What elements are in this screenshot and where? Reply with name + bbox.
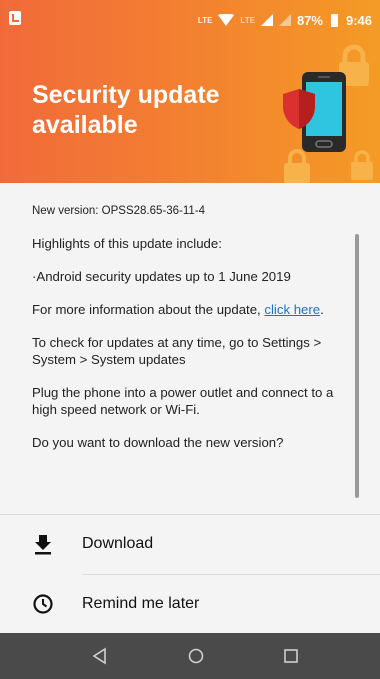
new-version-text: New version: OPSS28.65-36-11-4 — [32, 205, 206, 217]
shield-icon — [283, 89, 315, 129]
update-details: New version: OPSS28.65-36-11-4 Highlight… — [0, 183, 380, 513]
click-here-link[interactable]: click here — [264, 302, 320, 317]
signal-icon — [260, 14, 273, 26]
plug-phone-text: Plug the phone into a power outlet and c… — [32, 385, 334, 417]
padlock-icon-small — [351, 150, 373, 180]
update-info: Highlights of this update include: ·Andr… — [32, 235, 350, 467]
remind-later-button[interactable]: Remind me later — [0, 575, 380, 633]
header-banner: LTE LTE 87% 9:46 Security update availab… — [0, 0, 380, 183]
update-screen: LTE LTE 87% 9:46 Security update availab… — [0, 0, 380, 679]
battery-icon — [330, 13, 338, 27]
status-indicators: LTE LTE 87% 9:46 — [198, 10, 372, 30]
check-updates-text: To check for updates at any time, go to … — [32, 335, 322, 367]
page-title: Security update available — [32, 81, 220, 139]
more-info-suffix: . — [320, 302, 324, 317]
download-question: Do you want to download the new version? — [32, 435, 284, 450]
more-info-prefix: For more information about the update, — [32, 302, 265, 317]
remind-label: Remind me later — [82, 595, 200, 612]
back-icon[interactable] — [89, 645, 111, 667]
clock-time: 9:46 — [345, 12, 372, 28]
battery-percent: 87% — [296, 12, 323, 28]
clock-icon — [33, 594, 53, 614]
more-info-text: For more information about the update, c… — [32, 301, 350, 318]
download-button[interactable]: Download — [0, 515, 380, 573]
status-bar: LTE LTE 87% 9:46 — [0, 0, 380, 40]
lte-label: LTE — [197, 15, 213, 25]
download-icon — [35, 535, 51, 555]
wifi-icon — [218, 14, 235, 26]
notification-icon — [9, 11, 21, 25]
scrollbar[interactable] — [355, 234, 359, 498]
highlights-text: Highlights of this update include: — [32, 236, 222, 251]
signal-icon-2 — [278, 14, 291, 26]
home-icon[interactable] — [185, 645, 207, 667]
padlock-icon-bottom — [284, 149, 310, 183]
navigation-bar — [0, 633, 380, 679]
download-label: Download — [82, 535, 154, 552]
lte-label-2: LTE — [240, 15, 255, 25]
recents-icon[interactable] — [280, 645, 302, 667]
security-bullet: ·Android security updates up to 1 June 2… — [32, 269, 291, 284]
